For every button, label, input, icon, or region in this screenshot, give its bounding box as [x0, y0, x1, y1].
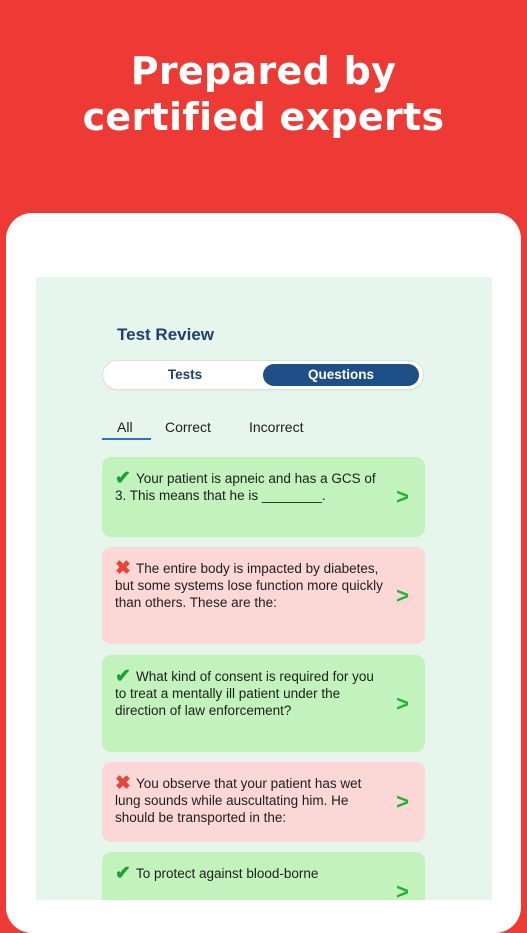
question-text: The entire body is impacted by diabetes,… — [115, 561, 383, 610]
headline-line-2: certified experts — [82, 95, 445, 139]
chevron-right-icon[interactable]: > — [396, 789, 409, 815]
question-text: Your patient is apneic and has a GCS of … — [115, 471, 376, 503]
question-text: What kind of consent is required for you… — [115, 669, 374, 718]
check-icon: ✔ — [115, 666, 131, 687]
question-card[interactable]: ✔ To protect against blood-borne > — [102, 852, 425, 900]
question-card[interactable]: ✔ Your patient is apneic and has a GCS of… — [102, 457, 425, 537]
segment-tests[interactable]: Tests — [107, 364, 263, 386]
cross-icon: ✖ — [115, 773, 131, 794]
page-title: Test Review — [117, 325, 215, 344]
tab-all-underline — [102, 438, 151, 440]
tab-incorrect[interactable]: Incorrect — [249, 419, 303, 435]
headline: Prepared by certified experts — [0, 48, 527, 140]
question-card[interactable]: ✖ The entire body is impacted by diabetes… — [102, 547, 425, 644]
cross-icon: ✖ — [115, 558, 131, 579]
chevron-right-icon[interactable]: > — [396, 691, 409, 717]
segment-questions[interactable]: Questions — [263, 364, 419, 386]
question-text: You observe that your patient has wet lu… — [115, 776, 362, 825]
segmented-control: Tests Questions — [103, 361, 423, 389]
question-card[interactable]: ✔ What kind of consent is required for yo… — [102, 655, 425, 752]
chevron-right-icon[interactable]: > — [396, 879, 409, 900]
chevron-right-icon[interactable]: > — [396, 484, 409, 510]
tab-correct[interactable]: Correct — [165, 419, 211, 435]
check-icon: ✔ — [115, 863, 131, 884]
app-screen: Test Review Tests Questions All Correct … — [36, 277, 492, 900]
question-card[interactable]: ✖ You observe that your patient has wet l… — [102, 762, 425, 842]
headline-line-1: Prepared by — [130, 49, 397, 93]
chevron-right-icon[interactable]: > — [396, 583, 409, 609]
check-icon: ✔ — [115, 468, 131, 489]
question-text: To protect against blood-borne — [136, 866, 319, 881]
tab-all[interactable]: All — [117, 419, 133, 435]
